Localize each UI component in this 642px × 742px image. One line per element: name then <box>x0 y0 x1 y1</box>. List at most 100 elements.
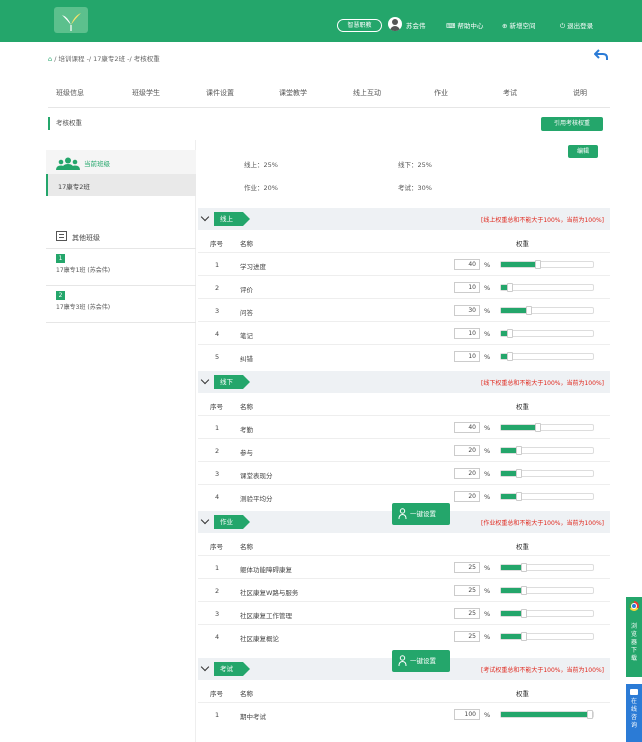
weight-input[interactable]: 100 <box>454 709 480 720</box>
row-number: 3 <box>215 307 220 315</box>
chevron-down-icon[interactable] <box>200 375 210 385</box>
summary-offline: 线下：25% <box>398 161 432 169</box>
chevron-down-icon[interactable] <box>200 515 210 525</box>
weight-input[interactable]: 10 <box>454 351 480 362</box>
avatar[interactable] <box>388 17 402 31</box>
new-space-link[interactable]: ⊕ 新增空间 <box>502 20 535 30</box>
browser-icon <box>629 601 639 611</box>
slider-handle[interactable] <box>516 492 522 501</box>
weight-slider[interactable] <box>500 586 594 595</box>
slider-handle[interactable] <box>521 632 527 641</box>
user-name[interactable]: 苏会伟 <box>406 20 426 30</box>
weight-slider[interactable] <box>500 563 594 572</box>
weight-slider[interactable] <box>500 423 594 432</box>
help-center-link[interactable]: ⌨ 帮助中心 <box>446 20 483 30</box>
tab-online[interactable]: 线上互动 <box>353 88 381 98</box>
slider-handle[interactable] <box>516 446 522 455</box>
slider-handle[interactable] <box>587 710 593 719</box>
summary-online: 线上：25% <box>244 161 278 169</box>
weight-slider[interactable] <box>500 609 594 618</box>
slider-handle[interactable] <box>535 423 541 432</box>
row-name: 笔记 <box>240 332 253 340</box>
slider-handle[interactable] <box>526 306 532 315</box>
breadcrumb: ⌂ / 培训课程 -/ 17康专2班 -/ 考核权重 <box>48 53 160 63</box>
tab-classroom[interactable]: 课堂教学 <box>279 88 307 98</box>
tab-class-info[interactable]: 班级信息 <box>56 88 84 98</box>
apply-weight-button[interactable]: 引用考核权重 <box>541 117 603 131</box>
weight-input[interactable]: 40 <box>454 422 480 433</box>
tab-explain[interactable]: 说明 <box>573 88 587 98</box>
breadcrumb-item[interactable]: / 培训课程 <box>54 55 84 63</box>
slider-handle[interactable] <box>507 283 513 292</box>
weight-slider[interactable] <box>500 329 594 338</box>
page-subtitle: 考核权重 <box>48 117 82 130</box>
col-no: 序号 <box>210 403 223 411</box>
slider-handle[interactable] <box>516 469 522 478</box>
user-settings-icon <box>398 508 407 519</box>
summary-exam: 考试：30% <box>398 184 432 192</box>
tab-exam[interactable]: 考试 <box>503 88 517 98</box>
table-row: 1 考勤 40% <box>198 415 610 438</box>
weight-input[interactable]: 25 <box>454 585 480 596</box>
other-class-item[interactable]: 1 17康专1班 (苏会伟) <box>46 249 196 286</box>
logout-link[interactable]: ⏻ 退出登录 <box>560 20 593 31</box>
class-number-badge: 2 <box>56 291 65 300</box>
logo[interactable] <box>54 7 88 33</box>
slider-handle[interactable] <box>507 352 513 361</box>
weight-input[interactable]: 20 <box>454 491 480 502</box>
weight-input[interactable]: 20 <box>454 468 480 479</box>
weight-input[interactable]: 30 <box>454 305 480 316</box>
row-name: 问答 <box>240 309 253 317</box>
chevron-down-icon[interactable] <box>200 212 210 222</box>
one-key-set-label: 一键设置 <box>410 510 436 518</box>
table-row: 3 问答 30% <box>198 298 610 321</box>
other-class-item[interactable]: 2 17康专3班 (苏会伟) <box>46 286 196 323</box>
weight-input[interactable]: 25 <box>454 562 480 573</box>
weight-slider[interactable] <box>500 260 594 269</box>
slider-handle[interactable] <box>521 563 527 572</box>
slider-handle[interactable] <box>521 586 527 595</box>
chevron-down-icon[interactable] <box>200 662 210 672</box>
weight-slider[interactable] <box>500 469 594 478</box>
slider-handle[interactable] <box>507 329 513 338</box>
back-icon[interactable] <box>594 49 608 61</box>
weight-input[interactable]: 25 <box>454 608 480 619</box>
row-name: 纠错 <box>240 355 253 363</box>
edit-button[interactable]: 编辑 <box>568 145 598 158</box>
slider-handle[interactable] <box>535 260 541 269</box>
weight-warning: [作业权重总和不能大于100%，当前为100%] <box>481 520 604 527</box>
weight-slider[interactable] <box>500 632 594 641</box>
breadcrumb-item[interactable]: -/ 17康专2班 <box>87 55 126 63</box>
weight-input[interactable]: 20 <box>454 445 480 456</box>
one-key-set-button[interactable]: 一键设置 <box>392 503 450 525</box>
help-center-icon: ⌨ <box>446 22 456 30</box>
list-icon <box>56 231 67 241</box>
weight-input[interactable]: 10 <box>454 328 480 339</box>
weight-slider[interactable] <box>500 352 594 361</box>
tab-homework[interactable]: 作业 <box>434 88 448 98</box>
tab-courseware[interactable]: 课件设置 <box>206 88 234 98</box>
current-class-heading: 当前班级 <box>46 150 196 174</box>
slider-handle[interactable] <box>521 609 527 618</box>
divider <box>48 107 610 108</box>
weight-input[interactable]: 10 <box>454 282 480 293</box>
logout-icon: ⏻ <box>560 22 566 30</box>
home-icon[interactable]: ⌂ <box>48 55 52 63</box>
table-row: 3 课堂表现分 20% <box>198 461 610 484</box>
one-key-set-label: 一键设置 <box>410 657 436 665</box>
weight-slider[interactable] <box>500 492 594 501</box>
current-class-item[interactable]: 17康专2班 <box>46 174 196 196</box>
row-number: 1 <box>215 261 220 269</box>
ai-platform-button[interactable]: 智慧职教 <box>337 19 382 32</box>
weight-input[interactable]: 40 <box>454 259 480 270</box>
weight-slider[interactable] <box>500 283 594 292</box>
row-number: 1 <box>215 564 220 572</box>
weight-slider[interactable] <box>500 306 594 315</box>
weight-input[interactable]: 25 <box>454 631 480 642</box>
one-key-set-button[interactable]: 一键设置 <box>392 650 450 672</box>
weight-slider[interactable] <box>500 710 594 719</box>
table-row: 2 评价 10% <box>198 275 610 298</box>
tab-class-students[interactable]: 班级学生 <box>132 88 160 98</box>
weight-warning: [线上权重总和不能大于100%，当前为100%] <box>481 217 604 224</box>
weight-slider[interactable] <box>500 446 594 455</box>
